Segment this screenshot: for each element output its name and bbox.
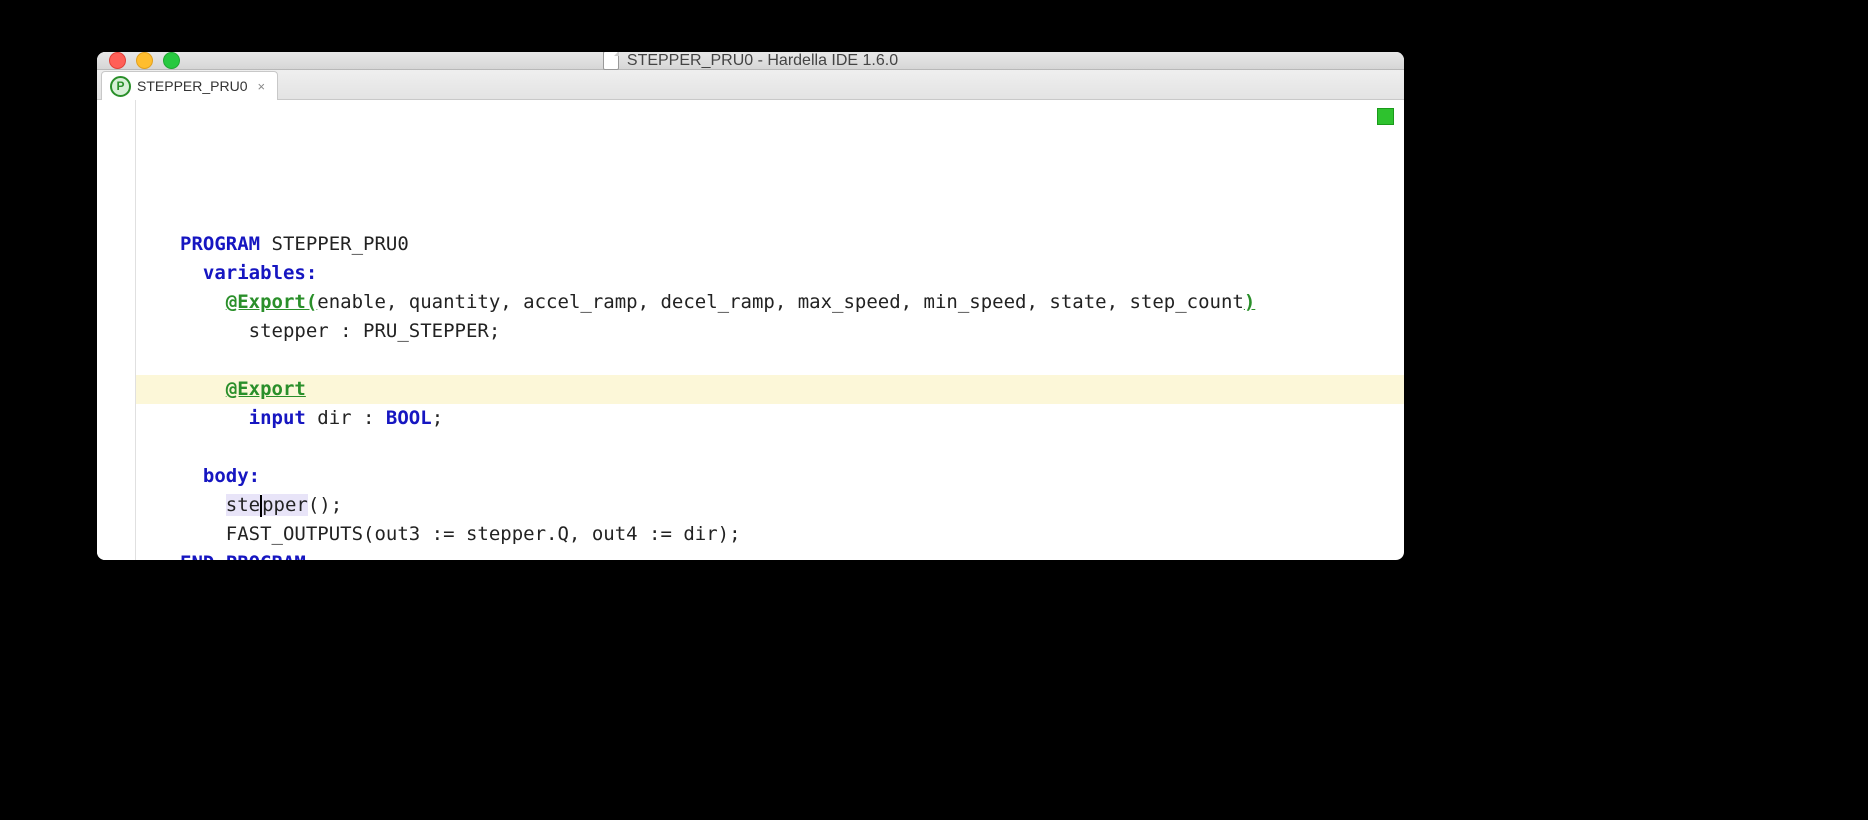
program-icon: P [110, 76, 131, 97]
titlebar: STEPPER_PRU0 - Hardella IDE 1.6.0 [97, 52, 1404, 70]
editor-content: PROGRAM STEPPER_PRU0 variables: @Export(… [180, 230, 1404, 560]
annotation-export2: @Export [226, 378, 306, 400]
stepper-call-rest: (); [308, 494, 342, 516]
minimize-window-button[interactable] [136, 52, 153, 69]
stepper-declaration: stepper : PRU_STEPPER; [249, 320, 501, 342]
stepper-ref-pre: ste [226, 494, 260, 516]
semicolon: ; [432, 407, 443, 429]
tab-label: STEPPER_PRU0 [137, 78, 247, 94]
code-editor[interactable]: PROGRAM STEPPER_PRU0 variables: @Export(… [136, 100, 1404, 560]
kw-body: body: [203, 465, 260, 487]
window-controls [97, 52, 180, 69]
program-name: STEPPER_PRU0 [260, 233, 409, 255]
app-window: STEPPER_PRU0 - Hardella IDE 1.6.0 P STEP… [97, 52, 1404, 560]
window-title: STEPPER_PRU0 - Hardella IDE 1.6.0 [627, 52, 898, 70]
kw-variables: variables: [203, 262, 317, 284]
kw-bool: BOOL [386, 407, 432, 429]
close-window-button[interactable] [109, 52, 126, 69]
dir-decl-mid: dir : [306, 407, 386, 429]
kw-end-program: END_PROGRAM [180, 552, 306, 560]
editor-area: PROGRAM STEPPER_PRU0 variables: @Export(… [97, 100, 1404, 560]
tab-close-button[interactable]: × [257, 79, 265, 94]
kw-program: PROGRAM [180, 233, 260, 255]
tab-bar: P STEPPER_PRU0 × [97, 70, 1404, 100]
editor-gutter [97, 100, 136, 560]
annotation-export-open: @Export( [226, 291, 318, 313]
document-icon [603, 52, 619, 70]
maximize-window-button[interactable] [163, 52, 180, 69]
export-params: enable, quantity, accel_ramp, decel_ramp… [317, 291, 1244, 313]
annotation-export-close: ) [1244, 291, 1255, 313]
titlebar-title-wrap: STEPPER_PRU0 - Hardella IDE 1.6.0 [97, 52, 1404, 70]
stepper-ref-post: pper [262, 494, 308, 516]
fast-outputs-line: FAST_OUTPUTS(out3 := stepper.Q, out4 := … [226, 523, 741, 545]
editor-status-icon [1377, 108, 1394, 125]
tab-stepper-pru0[interactable]: P STEPPER_PRU0 × [101, 71, 278, 100]
kw-input: input [249, 407, 306, 429]
